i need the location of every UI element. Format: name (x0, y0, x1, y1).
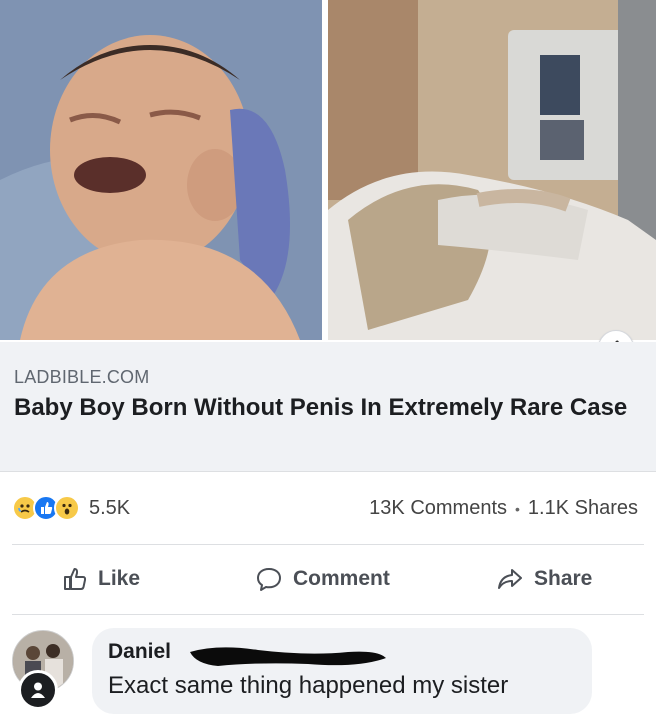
comment-text: Exact same thing happened my sister (108, 672, 509, 699)
comment-author[interactable]: Daniel (108, 640, 171, 664)
comment-button[interactable]: Comment (255, 560, 390, 598)
post-actions: Like Comment Share (0, 548, 656, 610)
comment-bubble[interactable]: Daniel Exact same thing happened my sist… (92, 628, 592, 714)
speech-bubble-icon (257, 568, 281, 591)
divider (12, 614, 644, 615)
link-domain: LADBIBLE.COM (14, 367, 150, 387)
share-arrow-icon (498, 569, 522, 589)
wow-reaction-icon (54, 495, 80, 521)
newborn-photo[interactable] (0, 0, 322, 340)
comments-count[interactable]: 13K Comments (369, 497, 507, 520)
post-stats: 5.5K 13K Comments • 1.1K Shares (0, 484, 656, 532)
redaction-mark (190, 647, 386, 666)
separator-dot: • (515, 500, 520, 517)
divider (12, 544, 644, 545)
link-preview[interactable]: LADBIBLE.COM Baby Boy Born Without Penis… (0, 342, 656, 472)
share-button[interactable]: Share (496, 560, 592, 598)
shares-count[interactable]: 1.1K Shares (528, 497, 638, 520)
reactions-summary[interactable]: 5.5K (12, 495, 130, 521)
comment-label: Comment (293, 567, 390, 590)
share-label: Share (534, 567, 593, 590)
post-image-area[interactable] (0, 0, 656, 340)
reaction-count: 5.5K (89, 496, 131, 519)
hospital-bed-photo[interactable] (328, 0, 656, 340)
like-button[interactable]: Like (62, 560, 140, 598)
thumbs-up-icon (64, 568, 87, 590)
messenger-badge-icon (18, 670, 58, 710)
comment: Daniel Exact same thing happened my sist… (0, 616, 656, 720)
link-title[interactable]: Baby Boy Born Without Penis In Extremely… (14, 392, 634, 423)
like-label: Like (98, 567, 141, 590)
engagement-counts: 13K Comments • 1.1K Shares (369, 497, 638, 520)
